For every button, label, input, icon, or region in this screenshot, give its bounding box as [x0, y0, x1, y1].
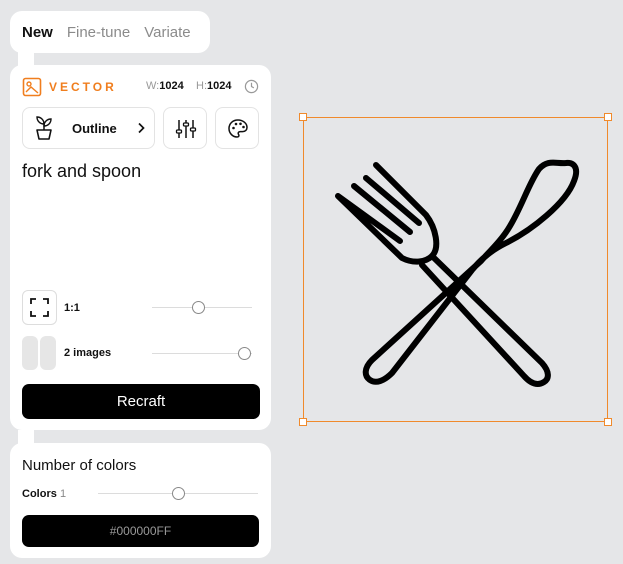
recraft-button[interactable]: Recraft — [22, 384, 260, 419]
resize-handle-bottom-right[interactable] — [604, 418, 612, 426]
image-count-thumb — [22, 336, 38, 370]
clock-icon[interactable] — [244, 79, 259, 94]
tab-fine-tune[interactable]: Fine-tune — [67, 24, 130, 41]
vector-logo-icon — [22, 77, 42, 97]
resize-handle-top-left[interactable] — [299, 113, 307, 121]
image-count-label: 2 images — [64, 347, 112, 359]
tab-variate[interactable]: Variate — [144, 24, 190, 41]
panel-connector — [18, 52, 34, 66]
colors-slider-knob[interactable] — [171, 487, 185, 500]
model-label: VECTOR — [49, 80, 117, 94]
palette-button[interactable] — [215, 107, 259, 149]
aspect-ratio-label: 1:1 — [64, 302, 80, 314]
colors-panel: Number of colors Colors 1 #000000FF — [10, 443, 271, 558]
color-swatch[interactable]: #000000FF — [22, 515, 259, 547]
plant-pot-icon — [36, 116, 52, 140]
aspect-slider-knob[interactable] — [191, 301, 205, 314]
resize-handle-top-right[interactable] — [604, 113, 612, 121]
tab-new[interactable]: New — [22, 24, 53, 41]
aspect-ratio-button[interactable] — [22, 290, 57, 325]
height-readout: H:1024 — [196, 80, 232, 92]
mode-tabs: New Fine-tune Variate — [10, 11, 210, 53]
colors-label: Colors — [22, 488, 57, 500]
aspect-ratio-icon — [30, 298, 49, 317]
colors-count: 1 — [60, 488, 67, 500]
width-readout: W:1024 — [146, 80, 184, 92]
chevron-right-icon — [138, 122, 145, 134]
style-selector-button[interactable]: Outline — [22, 107, 155, 149]
style-label: Outline — [72, 121, 117, 136]
generation-panel: VECTOR W:1024 H:1024 Outline fork and sp… — [10, 65, 271, 430]
image-count-thumb — [40, 336, 56, 370]
palette-icon — [228, 119, 248, 138]
resize-handle-bottom-left[interactable] — [299, 418, 307, 426]
fork-and-spoon-image — [335, 159, 580, 387]
prompt-input[interactable] — [22, 161, 258, 271]
sliders-icon — [175, 120, 197, 138]
image-count-slider-knob[interactable] — [237, 347, 251, 360]
settings-button[interactable] — [163, 107, 207, 149]
canvas-selection[interactable] — [303, 117, 608, 422]
panel-connector — [18, 430, 34, 444]
colors-panel-title: Number of colors — [22, 457, 137, 474]
